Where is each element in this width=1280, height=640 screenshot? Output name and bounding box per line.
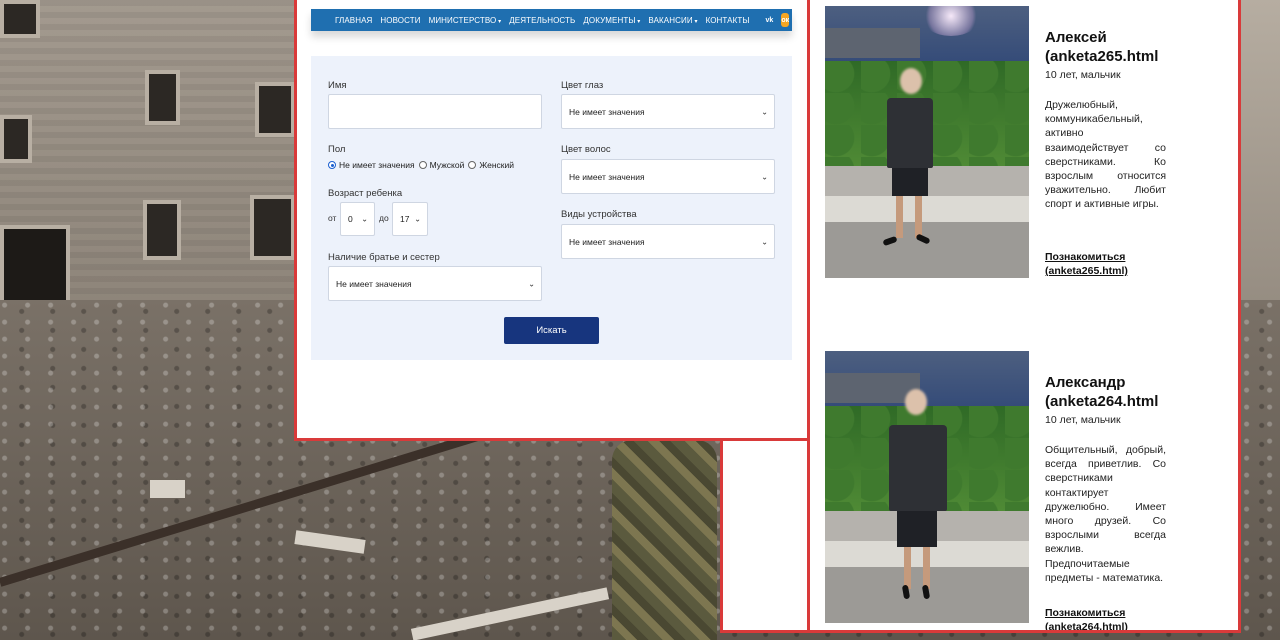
child-name: Алексей bbox=[1045, 29, 1107, 46]
eye-color-label: Цвет глаз bbox=[561, 80, 604, 91]
debris-slab bbox=[150, 480, 185, 498]
gender-option-label: Женский bbox=[479, 160, 514, 170]
chevron-down-icon: ⌄ bbox=[528, 279, 535, 288]
gender-label: Пол bbox=[328, 144, 346, 155]
siblings-value: Не имеет значения bbox=[336, 278, 412, 289]
child-age-gender: 10 лет, мальчик bbox=[1045, 69, 1121, 81]
name-label: Имя bbox=[328, 80, 347, 91]
gender-radio-any[interactable] bbox=[328, 161, 336, 169]
gender-radio-group: Не имеет значения Мужской Женский bbox=[328, 160, 518, 170]
child-name: Александр bbox=[1045, 374, 1126, 391]
building-right bbox=[1235, 0, 1280, 330]
hair-color-value: Не имеет значения bbox=[569, 171, 645, 182]
meet-link[interactable]: Познакомиться bbox=[1045, 606, 1125, 620]
chevron-down-icon: ⌄ bbox=[361, 214, 368, 224]
hair-color-select[interactable]: Не имеет значения ⌄ bbox=[561, 159, 775, 194]
placement-type-value: Не имеет значения bbox=[569, 236, 645, 247]
profiles-screenshot: Алексей (anketa265.html 10 лет, мальчик … bbox=[807, 0, 1241, 633]
meet-link[interactable]: Познакомиться bbox=[1045, 250, 1125, 264]
damaged-building bbox=[0, 0, 300, 330]
child-description: Дружелюбный, коммуникабельный, активно в… bbox=[1045, 99, 1166, 211]
age-label: Возраст ребенка bbox=[328, 188, 403, 199]
chevron-down-icon: ⌄ bbox=[414, 214, 421, 224]
nav-home[interactable]: ГЛАВНАЯ bbox=[335, 16, 372, 25]
nav-ministry[interactable]: МИНИСТЕРСТВО bbox=[429, 16, 502, 25]
age-from-value: 0 bbox=[348, 214, 353, 224]
eye-color-value: Не имеет значения bbox=[569, 106, 645, 117]
child-name-anchor: (anketa264.html bbox=[1045, 393, 1159, 410]
age-to-label: до bbox=[379, 213, 389, 223]
siblings-label: Наличие братье и сестер bbox=[328, 252, 440, 263]
vk-icon[interactable]: vk bbox=[766, 13, 774, 27]
siblings-select[interactable]: Не имеет значения ⌄ bbox=[328, 266, 542, 301]
nav-vacancies[interactable]: ВАКАНСИИ bbox=[648, 16, 697, 25]
ok-icon[interactable]: ок bbox=[781, 13, 790, 27]
age-to-value: 17 bbox=[400, 214, 410, 224]
meet-link-anchor[interactable]: (anketa264.html) bbox=[1045, 620, 1128, 630]
gender-radio-male[interactable] bbox=[418, 161, 427, 169]
child-photo[interactable] bbox=[825, 6, 1029, 278]
gender-option-label: Мужской bbox=[429, 160, 465, 170]
panel-frame-extension bbox=[720, 441, 810, 633]
chevron-down-icon: ⌄ bbox=[761, 107, 768, 116]
placement-type-select[interactable]: Не имеет значения ⌄ bbox=[561, 224, 775, 259]
search-button[interactable]: Искать bbox=[504, 317, 599, 344]
name-input[interactable] bbox=[328, 94, 542, 129]
eye-color-select[interactable]: Не имеет значения ⌄ bbox=[561, 94, 775, 129]
age-from-select[interactable]: 0 ⌄ bbox=[340, 202, 375, 236]
child-age-gender: 10 лет, мальчик bbox=[1045, 414, 1121, 426]
hair-color-label: Цвет волос bbox=[561, 144, 611, 155]
age-to-select[interactable]: 17 ⌄ bbox=[392, 202, 428, 236]
meet-link-anchor[interactable]: (anketa265.html) bbox=[1045, 264, 1128, 278]
nav-news[interactable]: НОВОСТИ bbox=[380, 16, 420, 25]
chevron-down-icon: ⌄ bbox=[761, 172, 768, 181]
gender-option-label: Не имеет значения bbox=[339, 160, 415, 170]
filter-form: Имя Пол Не имеет значения Мужской Женски… bbox=[311, 56, 792, 360]
search-form-screenshot: ГЛАВНАЯ НОВОСТИ МИНИСТЕРСТВО ДЕЯТЕЛЬНОСТ… bbox=[294, 0, 810, 441]
nav-contacts[interactable]: КОНТАКТЫ bbox=[706, 16, 750, 25]
age-from-label: от bbox=[328, 213, 337, 223]
nav-activity[interactable]: ДЕЯТЕЛЬНОСТЬ bbox=[509, 16, 575, 25]
top-navbar: ГЛАВНАЯ НОВОСТИ МИНИСТЕРСТВО ДЕЯТЕЛЬНОСТ… bbox=[311, 9, 807, 31]
placement-type-label: Виды устройства bbox=[561, 209, 637, 220]
chevron-down-icon: ⌄ bbox=[761, 237, 768, 246]
child-photo[interactable] bbox=[825, 351, 1029, 623]
child-description: Общительный, добрый, всегда приветлив. С… bbox=[1045, 444, 1166, 584]
nav-documents[interactable]: ДОКУМЕНТЫ bbox=[583, 16, 640, 25]
soldier-figure bbox=[612, 440, 717, 640]
child-name-anchor: (anketa265.html bbox=[1045, 48, 1159, 65]
gender-radio-female[interactable] bbox=[468, 161, 477, 169]
